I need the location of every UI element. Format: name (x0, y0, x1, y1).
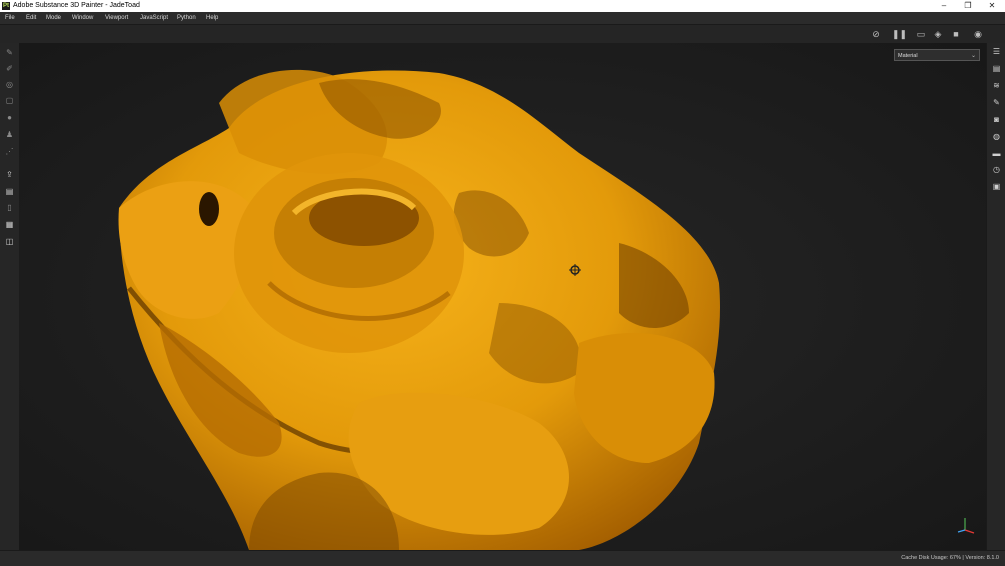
clone-icon[interactable]: ♟ (4, 129, 15, 140)
eraser-icon[interactable]: ✐ (4, 63, 15, 74)
cache-usage: Cache Disk Usage: 67% | Version: 8.1.0 (901, 551, 999, 566)
status-separator: | (962, 555, 964, 561)
camera-view-icon[interactable]: ▭ (915, 28, 927, 40)
menu-viewport[interactable]: Viewport (105, 12, 128, 24)
status-bar: Cache Disk Usage: 67% | Version: 8.1.0 (0, 550, 1005, 566)
menu-edit[interactable]: Edit (26, 12, 36, 24)
delete-icon[interactable]: ▯ (4, 202, 15, 213)
maximize-button[interactable]: ❐ (956, 0, 980, 12)
history-icon[interactable]: ◷ (991, 164, 1002, 175)
cache-label: Cache Disk Usage: (901, 555, 949, 561)
pause-icon[interactable]: ❚❚ (892, 28, 907, 40)
cube-view-icon[interactable]: ◈ (932, 28, 944, 40)
cache-value: 67% (949, 555, 961, 561)
menu-javascript[interactable]: JavaScript (140, 12, 168, 24)
paint-brush-icon[interactable]: ✎ (4, 47, 15, 58)
menu-bar: File Edit Mode Window Viewport JavaScrip… (0, 12, 1005, 25)
menu-help[interactable]: Help (206, 12, 218, 24)
chevron-down-icon: ⌄ (970, 53, 976, 59)
shelf-icon[interactable]: ▬ (991, 148, 1002, 159)
panel-rail: ☰ ▤ ≋ ✎ ◙ ◍ ▬ ◷ ▣ (986, 43, 1005, 550)
axis-gizmo-icon (957, 518, 975, 534)
link-off-icon[interactable]: ⊘ (870, 28, 882, 40)
screenshot-icon[interactable]: ◉ (972, 28, 984, 40)
minimize-button[interactable]: – (932, 0, 956, 12)
document-icon[interactable]: ▦ (4, 219, 15, 230)
close-button[interactable]: ✕ (980, 0, 1004, 12)
environment-icon[interactable]: ◍ (991, 131, 1002, 142)
layers-panel-icon[interactable]: ☰ (991, 46, 1002, 57)
menu-mode[interactable]: Mode (46, 12, 61, 24)
bake-icon[interactable]: ▤ (4, 186, 15, 197)
box-icon[interactable]: ◫ (4, 236, 15, 247)
app-icon: Pt (2, 2, 10, 10)
version-label: Version: 8.1.0 (965, 555, 999, 561)
3d-viewport[interactable]: Material ⌄ (19, 43, 986, 550)
geometry-mask-icon[interactable]: ▢ (4, 95, 15, 106)
menu-file[interactable]: File (5, 12, 15, 24)
tool-rail: ✎ ✐ ◎ ▢ ● ♟ ⋰ ⇪ ▤ ▯ ▦ ◫ (0, 43, 20, 550)
window-title: Adobe Substance 3D Painter - JadeToad (13, 2, 140, 9)
nostril (199, 192, 219, 226)
window-titlebar: Pt Adobe Substance 3D Painter - JadeToad… (0, 0, 1005, 12)
export-icon[interactable]: ⇪ (4, 169, 15, 180)
brush-settings-icon[interactable]: ✎ (991, 97, 1002, 108)
viewport-mode-value: Material (898, 53, 918, 59)
menu-python[interactable]: Python (177, 12, 196, 24)
display-settings-icon[interactable]: ◙ (991, 114, 1002, 125)
video-camera-icon[interactable]: ■ (950, 28, 962, 40)
texture-set-icon[interactable]: ▤ (991, 63, 1002, 74)
viewport-mode-select[interactable]: Material ⌄ (894, 49, 980, 61)
picker-icon[interactable]: ⋰ (4, 146, 15, 157)
viewport-toolbar: ⊘ ❚❚ ▭ ◈ ■ ◉ (0, 25, 1005, 43)
projection-icon[interactable]: ◎ (4, 79, 15, 90)
menu-window[interactable]: Window (72, 12, 93, 24)
smudge-icon[interactable]: ● (4, 112, 15, 123)
stack-icon[interactable]: ≋ (991, 80, 1002, 91)
log-icon[interactable]: ▣ (991, 181, 1002, 192)
brush-cursor-icon (569, 264, 581, 276)
toad-model (19, 43, 986, 550)
